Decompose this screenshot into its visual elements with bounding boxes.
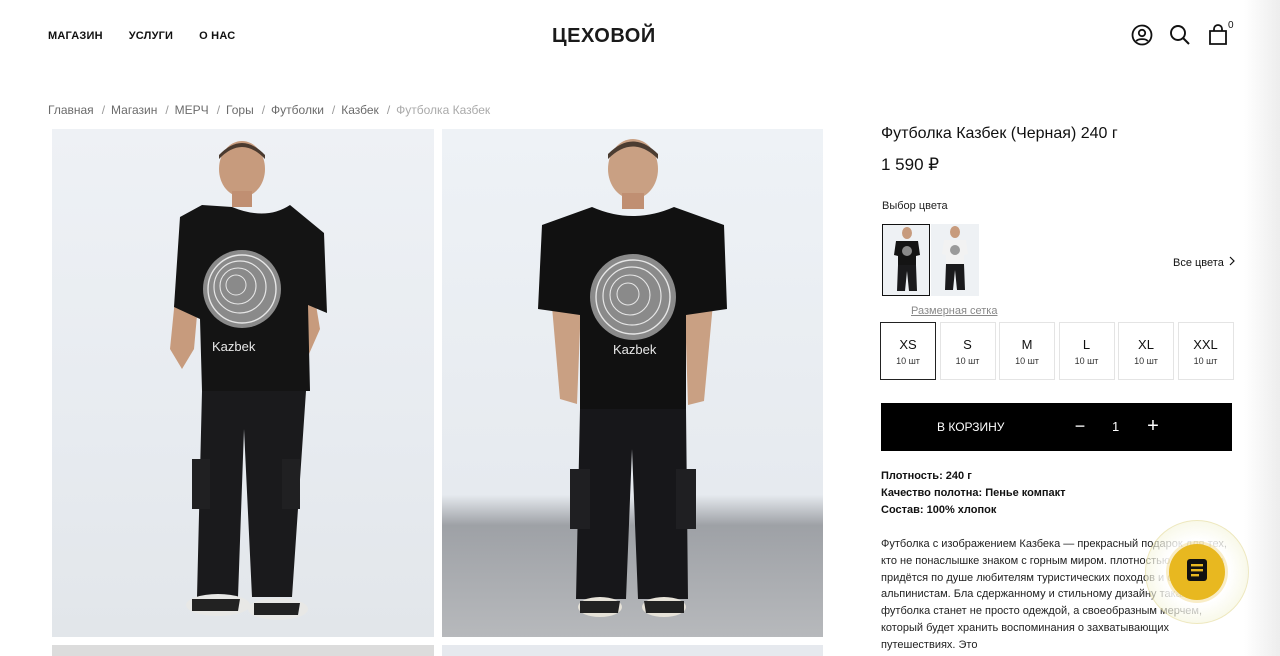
size-stock: 10 шт (1134, 355, 1158, 366)
user-icon[interactable] (1130, 22, 1154, 48)
breadcrumb-current: Футболка Казбек (396, 103, 491, 117)
size-name: XL (1138, 336, 1154, 352)
site-header: МАГАЗИН УСЛУГИ О НАС ЦЕХОВОЙ 0 (0, 0, 1244, 72)
nav-services[interactable]: УСЛУГИ (129, 30, 173, 42)
nav-about[interactable]: О НАС (199, 30, 235, 42)
size-stock: 10 шт (1015, 355, 1039, 366)
product-photo-4[interactable] (442, 645, 823, 656)
cart-icon[interactable]: 0 (1206, 20, 1234, 48)
product-photo-front[interactable]: Kazbek (442, 129, 823, 637)
chat-widget-button[interactable] (1169, 544, 1225, 600)
size-name: XXL (1193, 336, 1218, 352)
add-to-cart-bar: В КОРЗИНУ − 1 + (881, 403, 1232, 451)
nav-shop[interactable]: МАГАЗИН (48, 30, 103, 42)
quantity-value[interactable]: 1 (1112, 419, 1119, 434)
size-stock: 10 шт (1074, 355, 1099, 366)
size-chart-link[interactable]: Размерная сетка (911, 305, 997, 317)
breadcrumb-separator: / (216, 103, 221, 117)
size-option-s[interactable]: S 10 шт (939, 322, 996, 380)
size-option-xs[interactable]: XS 10 шт (880, 322, 936, 380)
search-icon[interactable] (1168, 22, 1192, 48)
spec-density: Плотность: 240 г (881, 470, 972, 482)
size-selector: XS 10 шт S 10 шт M 10 шт L 10 шт XL 10 ш… (880, 322, 1234, 380)
add-to-cart-button[interactable]: В КОРЗИНУ (937, 420, 1004, 434)
main-nav: МАГАЗИН УСЛУГИ О НАС (48, 30, 261, 42)
size-stock: 10 шт (955, 355, 980, 366)
breadcrumb: Главная / Магазин / МЕРЧ / Горы / Футбол… (48, 103, 490, 117)
all-colors-label: Все цвета (1173, 256, 1224, 269)
size-option-xl[interactable]: XL 10 шт (1118, 322, 1174, 380)
breadcrumb-separator: / (261, 103, 266, 117)
size-stock: 10 шт (896, 355, 920, 366)
site-logo[interactable]: ЦЕХОВОЙ (552, 25, 656, 48)
size-stock: 10 шт (1193, 355, 1218, 366)
product-specs: Плотность: 240 г Качество полотна: Пенье… (881, 468, 1066, 519)
page-edge-shadow (1244, 0, 1280, 656)
quantity-decrease-button[interactable]: − (1073, 416, 1087, 437)
product-price: 1 590 ₽ (881, 155, 940, 174)
product-title: Футболка Казбек (Черная) 240 г (881, 125, 1118, 142)
breadcrumb-separator: / (331, 103, 336, 117)
print-text: Kazbek (212, 339, 256, 354)
breadcrumb-tshirts[interactable]: Футболки (271, 103, 324, 117)
size-name: M (1021, 336, 1033, 352)
color-swatch-black[interactable] (882, 224, 930, 296)
print-text: Kazbek (613, 342, 657, 357)
size-name: S (963, 336, 972, 352)
header-icons: 0 (1130, 20, 1238, 48)
size-name: L (1082, 336, 1091, 352)
product-photo-3[interactable] (52, 645, 434, 656)
size-name: XS (899, 336, 917, 352)
breadcrumb-mountains[interactable]: Горы (226, 103, 254, 117)
breadcrumb-merch[interactable]: МЕРЧ (175, 103, 209, 117)
all-colors-link[interactable]: Все цвета (1173, 256, 1236, 269)
breadcrumb-separator: / (165, 103, 169, 117)
color-label: Выбор цвета (882, 200, 948, 212)
color-swatch-white[interactable] (931, 224, 979, 296)
product-photo-side[interactable]: Kazbek (52, 129, 434, 637)
size-option-xxl[interactable]: XXL 10 шт (1177, 322, 1234, 380)
spec-fabric: Качество полотна: Пенье компакт (881, 487, 1066, 499)
breadcrumb-shop[interactable]: Магазин (111, 103, 157, 117)
breadcrumb-home[interactable]: Главная (48, 103, 94, 117)
chat-icon (1184, 557, 1210, 588)
size-option-l[interactable]: L 10 шт (1058, 322, 1115, 380)
cart-count: 0 (1228, 20, 1234, 31)
size-option-m[interactable]: M 10 шт (999, 322, 1055, 380)
quantity-increase-button[interactable]: + (1144, 415, 1162, 438)
breadcrumb-separator: / (101, 103, 106, 117)
breadcrumb-kazbek[interactable]: Казбек (341, 103, 379, 117)
chevron-right-icon (1228, 256, 1236, 269)
spec-composition: Состав: 100% хлопок (881, 504, 997, 516)
breadcrumb-separator: / (386, 103, 391, 117)
